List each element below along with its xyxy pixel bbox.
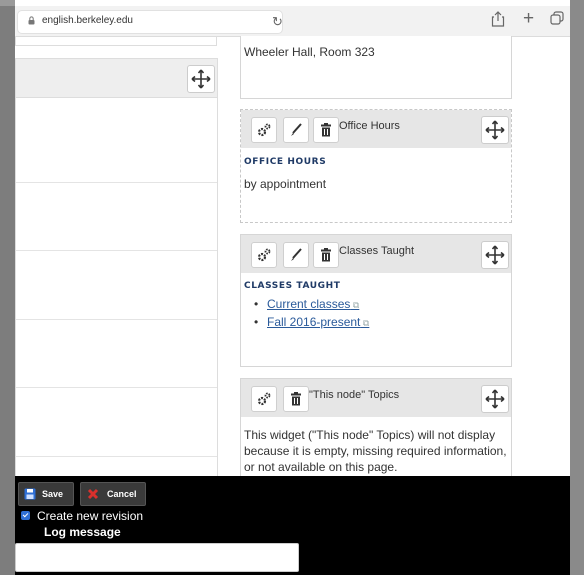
list-item[interactable]: Fall 2016-present ⧉ [251,315,369,329]
trash-icon[interactable] [313,242,339,268]
move-icon[interactable] [481,241,509,269]
cancel-button[interactable]: Cancel [80,482,146,506]
url-text: english.berkeley.edu [42,15,133,26]
block-title: CLASSES TAUGHT [244,281,341,291]
block-text: This widget ("This node" Topics) will no… [244,428,507,474]
block-header: Office Hours [241,110,511,148]
block-header-title: Classes Taught [339,245,415,257]
plus-icon[interactable]: + [523,8,534,30]
tabs-icon[interactable] [550,11,564,29]
row-divider [16,182,217,183]
gear-icon[interactable] [251,242,277,268]
row-divider [16,387,217,388]
left-panel [15,58,218,480]
external-link-icon: ⧉ [360,318,370,328]
browser-toolbar: english.berkeley.edu ↻ + [15,6,570,37]
gear-icon[interactable] [251,386,277,412]
log-message-input[interactable] [15,543,299,572]
trash-icon[interactable] [313,117,339,143]
block-header: "This node" Topics [241,379,511,417]
classes-taught-block: Classes Taught CLASSES TAUGHT Current cl… [240,234,512,367]
floppy-disk-icon [24,488,36,500]
block-title: OFFICE HOURS [244,157,327,167]
office-hours-block: Office Hours OFFICE HOURS by appointment [240,109,512,223]
external-link-icon: ⧉ [350,300,360,310]
block-text: by appointment [244,177,327,191]
current-classes-link[interactable]: Current classes [267,297,350,311]
log-message-label: Log message [44,525,121,539]
block-header-title: "This node" Topics [309,389,400,401]
left-panel-header [16,59,217,98]
address-text: Wheeler Hall, Room 323 [244,45,375,59]
classes-link-list: Current classes ⧉ Fall 2016-present ⧉ [251,297,369,333]
left-top-box [15,36,217,46]
move-icon[interactable] [481,116,509,144]
topics-block: "This node" Topics This widget ("This no… [240,378,512,490]
cancel-label: Cancel [107,489,137,499]
gear-icon[interactable] [251,117,277,143]
row-divider [16,456,217,457]
revision-label: Create new revision [37,509,144,523]
fall-2016-link[interactable]: Fall 2016-present [267,315,360,329]
window-edge-right [570,0,584,575]
share-icon[interactable] [491,11,505,31]
browser-window: english.berkeley.edu ↻ + Wheeler Hall, R… [15,0,570,575]
move-icon[interactable] [481,385,509,413]
row-divider [16,319,217,320]
save-label: Save [42,489,64,499]
address-bar[interactable]: english.berkeley.edu ↻ [17,10,283,34]
address-block: Wheeler Hall, Room 323 [240,36,512,99]
list-item[interactable]: Current classes ⧉ [251,297,369,311]
edit-bottom-bar: Save Cancel Create new revision Log mess… [15,476,570,575]
save-button[interactable]: Save [18,482,74,506]
trash-icon[interactable] [283,386,309,412]
block-header-title: Office Hours [339,120,400,132]
block-header: Classes Taught [241,235,511,273]
revision-checkbox[interactable] [21,511,30,520]
pencil-icon[interactable] [283,242,309,268]
move-icon[interactable] [187,65,215,93]
left-column [15,36,228,480]
lock-icon [28,16,35,25]
x-icon [87,488,99,500]
reload-icon[interactable]: ↻ [272,14,283,30]
pencil-icon[interactable] [283,117,309,143]
row-divider [16,250,217,251]
